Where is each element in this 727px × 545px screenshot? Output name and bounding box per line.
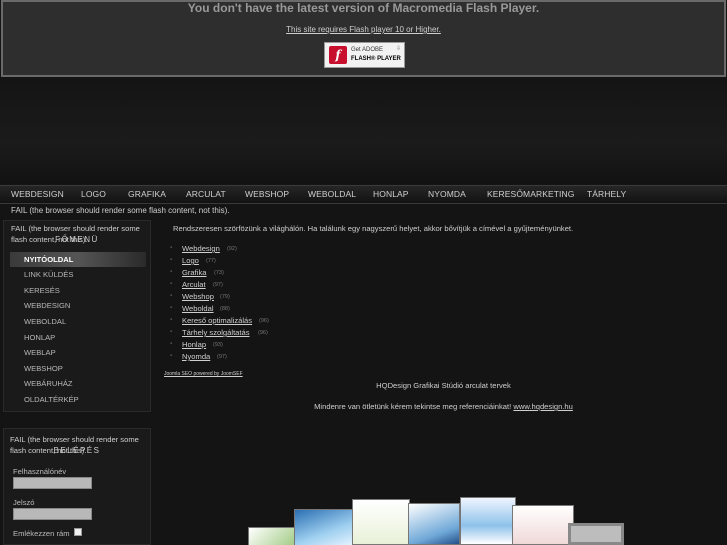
password-input[interactable] xyxy=(13,508,92,520)
badge-line1: Get ADOBE xyxy=(351,47,384,53)
nav-item-keresomarketing[interactable]: KERESŐMARKETING xyxy=(487,189,574,199)
category-link[interactable]: Honlap xyxy=(182,340,206,349)
badge-line2: FLASH® PLAYER xyxy=(351,56,401,62)
reference-line: Mindenre van ötletünk kérem tekintse meg… xyxy=(160,402,727,411)
menu-item-oldalterkep[interactable]: OLDALTÉRKÉP xyxy=(10,392,146,407)
joomsef-credit-link[interactable]: Joomla SEO powered by JoomSEF xyxy=(164,371,243,377)
nav-item-arculat[interactable]: ARCULAT xyxy=(186,189,226,199)
category-link[interactable]: Tárhely szolgáltatás xyxy=(182,328,250,337)
category-count: (96) xyxy=(259,318,269,324)
bullet-icon: ▪ xyxy=(170,293,173,299)
portfolio-image[interactable] xyxy=(248,527,298,545)
menu-item-webaruhaz[interactable]: WEBÁRUHÁZ xyxy=(10,376,146,391)
menu-item-weblap[interactable]: WEBLAP xyxy=(10,345,146,360)
category-count: (73) xyxy=(214,270,224,276)
flash-requirement-link[interactable]: This site requires Flash player 10 or Hi… xyxy=(3,25,724,34)
bullet-icon: ▪ xyxy=(170,281,173,287)
username-input[interactable] xyxy=(13,477,92,489)
bullet-icon: ▪ xyxy=(170,317,173,323)
bullet-icon: ▪ xyxy=(170,257,173,263)
intro-text: Rendszeresen szörfözünk a világhálón. Ha… xyxy=(173,224,574,233)
category-count: (97) xyxy=(217,354,227,360)
reference-link[interactable]: www.hqdesign.hu xyxy=(513,402,573,411)
menu-item-webdesign[interactable]: WEBDESIGN xyxy=(10,298,146,313)
bullet-icon: ▪ xyxy=(170,329,173,335)
portfolio-image[interactable] xyxy=(352,499,410,545)
login-heading: BELÉPÉS xyxy=(53,446,101,455)
category-link[interactable]: Logo xyxy=(182,256,199,265)
nav-item-weboldal[interactable]: WEBOLDAL xyxy=(308,189,356,199)
category-link[interactable]: Webdesign xyxy=(182,244,220,253)
download-arrow-icon: ⇩ xyxy=(395,46,401,52)
nav-item-logo[interactable]: LOGO xyxy=(81,189,106,199)
flash-logo-icon: f xyxy=(329,46,347,64)
main-menu-heading: FŐMENÜ xyxy=(55,235,99,244)
portfolio-image[interactable] xyxy=(512,505,574,545)
nav-item-webshop[interactable]: WEBSHOP xyxy=(245,189,289,199)
password-label: Jelszó xyxy=(13,498,35,507)
category-link[interactable]: Arculat xyxy=(182,280,206,289)
bullet-icon: ▪ xyxy=(170,305,173,311)
remember-me-label: Emlékezzen rám xyxy=(13,529,70,538)
bullet-icon: ▪ xyxy=(170,269,173,275)
portfolio-image[interactable] xyxy=(568,523,624,545)
category-count: (97) xyxy=(213,282,223,288)
username-label: Felhasználónév xyxy=(13,467,67,476)
bullet-icon: ▪ xyxy=(170,245,173,251)
flash-fail-notice: FAIL (the browser should render some fla… xyxy=(11,206,230,215)
main-menu-panel: FAIL (the browser should render some fla… xyxy=(3,220,151,412)
flash-warning-title: You don't have the latest version of Mac… xyxy=(187,1,540,15)
menu-item-weboldal[interactable]: WEBOLDAL xyxy=(10,314,146,329)
category-count: (96) xyxy=(258,330,268,336)
bullet-icon: ▪ xyxy=(170,353,173,359)
category-count: (93) xyxy=(213,342,223,348)
portfolio-thumbnails xyxy=(248,497,628,545)
nav-item-honlap[interactable]: HONLAP xyxy=(373,189,409,199)
reference-text: Mindenre van ötletünk kérem tekintse meg… xyxy=(314,402,512,411)
menu-item-webshop[interactable]: WEBSHOP xyxy=(10,361,146,376)
menu-item-honlap[interactable]: HONLAP xyxy=(10,330,146,345)
login-panel: FAIL (the browser should render some fla… xyxy=(3,428,151,545)
get-flash-player-button[interactable]: f Get ADOBE FLASH® PLAYER ⇩ xyxy=(324,42,405,68)
nav-item-nyomda[interactable]: NYOMDA xyxy=(428,189,466,199)
category-link[interactable]: Nyomda xyxy=(182,352,210,361)
portfolio-image[interactable] xyxy=(408,503,460,545)
studio-description: HQDesign Grafikai Stúdió arculat tervek xyxy=(376,381,511,390)
menu-item-nyitooldal[interactable]: NYITÓOLDAL xyxy=(10,252,146,267)
portfolio-image[interactable] xyxy=(460,497,516,545)
remember-me-checkbox[interactable] xyxy=(74,528,82,536)
menu-item-kereses[interactable]: KERESÉS xyxy=(10,283,146,298)
category-count: (77) xyxy=(206,258,216,264)
category-link[interactable]: Kereső optimalizálás xyxy=(182,316,252,325)
category-count: (79) xyxy=(220,294,230,300)
nav-item-tarhely[interactable]: TÁRHELY xyxy=(587,189,626,199)
nav-item-webdesign[interactable]: WEBDESIGN xyxy=(11,189,64,199)
flash-warning-box: You don't have the latest version of Mac… xyxy=(1,0,726,77)
bullet-icon: ▪ xyxy=(170,341,173,347)
category-count: (88) xyxy=(220,306,230,312)
header-banner xyxy=(0,79,727,184)
category-link[interactable]: Grafika xyxy=(182,268,206,277)
category-count: (92) xyxy=(227,246,237,252)
category-link[interactable]: Webshop xyxy=(182,292,214,301)
top-navigation: WEBDESIGN LOGO GRAFIKA ARCULAT WEBSHOP W… xyxy=(0,185,727,204)
menu-item-link-kuldes[interactable]: LINK KÜLDÉS xyxy=(10,267,146,282)
portfolio-image[interactable] xyxy=(294,509,354,545)
nav-item-grafika[interactable]: GRAFIKA xyxy=(128,189,166,199)
category-link[interactable]: Weboldal xyxy=(182,304,214,313)
